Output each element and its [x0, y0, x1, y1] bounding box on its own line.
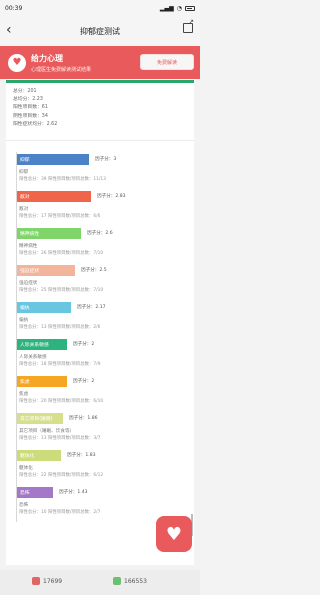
factor-score: 因子分：1.83: [67, 453, 96, 458]
factor-bar: 偏执: [17, 302, 71, 313]
dislike-icon: [32, 577, 40, 585]
factor-score: 因子分：3: [95, 157, 117, 162]
factor-description: 精神病性: [19, 244, 38, 249]
factor-detail: 阳性总分：25 阳性项目数/项目总数：7/10: [19, 288, 104, 293]
factor-row: 强迫症状 因子分：2.5 强迫症状阳性总分：25 阳性项目数/项目总数：7/10: [16, 263, 192, 300]
heart-floating-button[interactable]: ♥: [156, 516, 192, 552]
factor-score: 因子分：2.6: [87, 231, 113, 236]
factor-description: 躯体化: [19, 466, 33, 471]
factor-description: 其它项目（睡眠、饮食等）: [19, 429, 75, 434]
factor-detail: 阳性总分：26 阳性项目数/项目总数：7/10: [19, 251, 104, 256]
factor-description: 偏执: [19, 318, 29, 323]
factor-description: 人际关系敏感: [19, 355, 47, 360]
status-icons: ▂▄▆ ◔: [160, 5, 195, 12]
factor-score: 因子分：2: [73, 342, 95, 347]
factor-description: 强迫症状: [19, 281, 38, 286]
factor-detail: 阳性总分：20 阳性项目数/项目总数：6/10: [19, 399, 104, 404]
factor-detail: 阳性总分：18 阳性项目数/项目总数：7/9: [19, 362, 101, 367]
free-interpret-button[interactable]: 免费解读: [140, 54, 194, 70]
factor-row: 偏执 因子分：2.17 偏执阳性总分：13 阳性项目数/项目总数：2/6: [16, 300, 192, 337]
like-button[interactable]: 166553: [113, 577, 147, 585]
factor-row: 人际关系敏感 因子分：2 人际关系敏感阳性总分：18 阳性项目数/项目总数：7/9: [16, 337, 192, 374]
result-card: 总分：201 总均分：2.23 阳性项目数：61 阴性项目数：34 阳性症状均分…: [6, 80, 194, 565]
summary-block: 总分：201 总均分：2.23 阳性项目数：61 阴性项目数：34 阳性症状均分…: [13, 88, 57, 129]
factor-description: 恐怖: [19, 503, 29, 508]
factor-score: 因子分：1.43: [59, 490, 88, 495]
factor-bar: 人际关系敏感: [17, 339, 67, 350]
top-accent-line: [6, 80, 194, 83]
factor-bar: 敌对: [17, 191, 91, 202]
signal-icon: ▂▄▆: [159, 4, 174, 12]
like-count: 166553: [124, 577, 147, 585]
top-nav: ‹ 抑郁症测试: [0, 16, 200, 46]
status-bar: 00:39 ▂▄▆ ◔: [0, 0, 200, 16]
factor-score: 因子分：2: [73, 379, 95, 384]
factor-list: 抑郁 因子分：3 抑郁 阳性总分：39 阳性项目数/项目总数：11/13 敌对 因子分：2…: [16, 152, 192, 522]
factor-detail: 阳性总分：13 阳性项目数/项目总数：2/6: [19, 325, 101, 330]
wifi-icon: ◔: [176, 4, 182, 12]
factor-score: 因子分：1.86: [69, 416, 98, 421]
factor-detail: 阳性总分：10 阳性项目数/项目总数：2/7: [19, 510, 101, 515]
factor-row: 精神病性 因子分：2.6 精神病性阳性总分：26 阳性项目数/项目总数：7/10: [16, 226, 192, 263]
factor-detail: 阳性总分：22 阳性项目数/项目总数：6/12: [19, 473, 104, 478]
banner-subtitle: 心理医生免费解读测试结果: [31, 66, 92, 73]
factor-row: 其它项目(睡眠) 因子分：1.86 其它项目（睡眠、饮食等） 阳性总分：13 阳性项目…: [16, 411, 192, 448]
factor-bar: 强迫症状: [17, 265, 75, 276]
factor-description: 敌对: [19, 207, 29, 212]
like-icon: [113, 577, 121, 585]
summary-positive-count: 阳性项目数：61: [13, 105, 48, 111]
factor-detail: 阳性总分：39 阳性项目数/项目总数：11/13: [19, 177, 106, 182]
factor-row: 躯体化 因子分：1.83 躯体化阳性总分：22 阳性项目数/项目总数：6/12: [16, 448, 192, 485]
divider: [6, 140, 194, 141]
share-icon[interactable]: [183, 18, 194, 33]
factor-bar: 精神病性: [17, 228, 81, 239]
factor-bar: 抑郁: [17, 154, 89, 165]
back-icon[interactable]: ‹: [6, 22, 12, 38]
dislike-button[interactable]: 17699: [32, 577, 62, 585]
factor-description: 抑郁: [19, 170, 29, 175]
factor-score: 因子分：2.17: [77, 305, 106, 310]
factor-row: 抑郁 因子分：3 抑郁阳性总分：39 阳性项目数/项目总数：11/13: [16, 152, 192, 189]
status-time: 00:39: [5, 4, 23, 12]
bottom-bar: 17699 166553: [0, 570, 200, 595]
factor-row: 焦虑 因子分：2 焦虑阳性总分：20 阳性项目数/项目总数：6/10: [16, 374, 192, 411]
factor-bar: 恐怖: [17, 487, 53, 498]
dislike-count: 17699: [43, 577, 63, 585]
summary-average: 总均分：2.23: [13, 97, 43, 103]
battery-icon: [185, 5, 195, 11]
factor-bar: 焦虑: [17, 376, 67, 387]
factor-description: 焦虑: [19, 392, 29, 397]
factor-detail: 阳性总分：17 阳性项目数/项目总数：6/6: [19, 214, 101, 219]
promo-banner[interactable]: ♥ 给力心理 心理医生免费解读测试结果 免费解读: [0, 46, 200, 79]
page-title: 抑郁症测试: [80, 26, 120, 36]
factor-score: 因子分：2.83: [97, 194, 126, 199]
factor-detail: 阳性总分：13 阳性项目数/项目总数：3/7: [19, 436, 101, 441]
banner-title: 给力心理: [31, 53, 63, 63]
summary-negative-count: 阴性项目数：34: [13, 113, 48, 119]
factor-row: 敌对 因子分：2.83 敌对阳性总分：17 阳性项目数/项目总数：6/6: [16, 189, 192, 226]
summary-positive-average: 阳性症状均分：2.62: [13, 121, 58, 127]
summary-total: 总分：201: [13, 89, 37, 94]
factor-bar: 其它项目(睡眠): [17, 413, 63, 424]
heart-logo-icon: ♥: [8, 53, 26, 72]
factor-bar: 躯体化: [17, 450, 61, 461]
factor-score: 因子分：2.5: [81, 268, 107, 273]
